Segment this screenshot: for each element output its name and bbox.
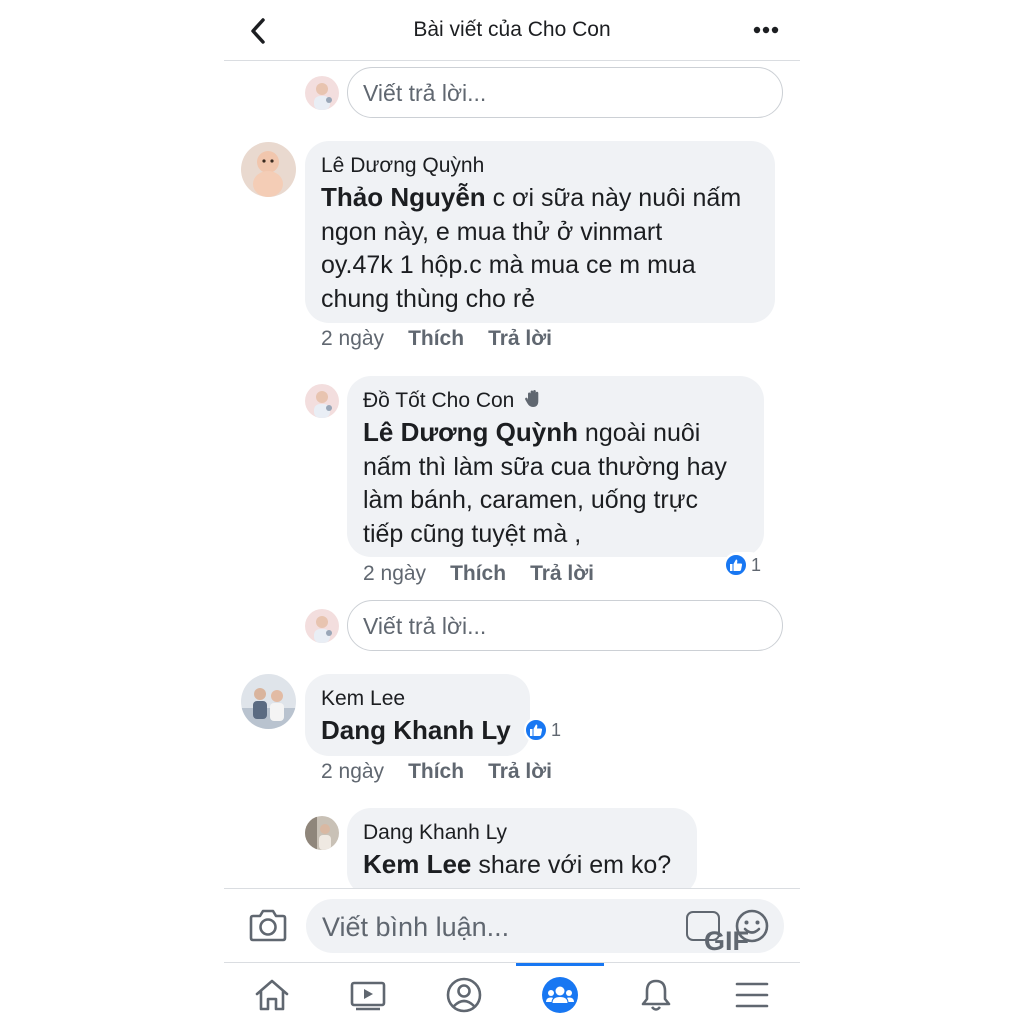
comment-text-part: làm bánh, caramen, uống trực: [363, 486, 698, 514]
comment-text: Thảo Nguyễn c ơi sữa này nuôi nấm ngon n…: [321, 181, 759, 316]
comment-text-part: chung thùng cho rẻ: [321, 284, 536, 313]
comment-timestamp: 2 ngày: [363, 562, 427, 585]
avatar: [305, 609, 339, 643]
comment-bubble: Lê Dương Quỳnh Thảo Nguyễn c ơi sữa này …: [305, 141, 775, 323]
avatar[interactable]: [305, 816, 339, 850]
comment-text-part: c ơi sữa này nuôi nấm: [485, 184, 742, 212]
tab-profile[interactable]: [444, 975, 484, 1015]
bell-icon: [641, 979, 671, 1011]
more-horizontal-icon: [753, 26, 779, 34]
emoji-button[interactable]: [734, 908, 770, 944]
tab-video[interactable]: [348, 975, 388, 1015]
mention-link[interactable]: Thảo Nguyễn: [321, 182, 486, 212]
comment-bubble: Kem Lee Dang Khanh Ly: [305, 674, 530, 756]
comment-text: Dang Khanh Ly: [321, 714, 514, 749]
smiley-icon: [735, 909, 769, 943]
active-tab-indicator: [516, 963, 604, 966]
like-button[interactable]: Thích: [408, 760, 464, 784]
profile-icon: [446, 977, 482, 1013]
gif-button[interactable]: GIF: [686, 911, 749, 956]
avatar[interactable]: [241, 674, 296, 729]
reply-input-placeholder: Viết trả lời...: [363, 613, 487, 639]
wave-hand-icon: [525, 390, 539, 407]
comment-text-part: ngon này, e mua thử ở vinmart: [321, 217, 663, 246]
comment-actions: 2 ngày Thích Trả lời: [321, 760, 552, 784]
comment-text: Kem Lee share với em ko?: [363, 848, 681, 883]
comment-timestamp: 2 ngày: [321, 327, 385, 350]
more-button[interactable]: [752, 18, 780, 42]
mention-link[interactable]: Kem Lee: [363, 849, 471, 879]
camera-button[interactable]: [248, 907, 288, 943]
page-title: Bài viết của Cho Con: [413, 18, 611, 41]
header: Bài viết của Cho Con: [224, 0, 800, 61]
reaction-count: 1: [751, 554, 762, 575]
tab-notifications[interactable]: [636, 975, 676, 1015]
mention-link[interactable]: Dang Khanh Ly: [321, 715, 511, 745]
like-button[interactable]: Thích: [408, 327, 464, 351]
reaction-summary[interactable]: 1: [724, 552, 764, 578]
tab-menu[interactable]: [732, 975, 772, 1015]
comment-actions: 2 ngày Thích Trả lời: [363, 562, 594, 586]
reply-button[interactable]: Trả lời: [530, 562, 594, 586]
comment-text-part: nấm thì làm sữa cua thường hay: [363, 452, 727, 481]
comment-input[interactable]: Viết bình luận... GIF: [306, 899, 784, 956]
comment-timestamp: 2 ngày: [321, 760, 385, 783]
groups-icon: [542, 977, 578, 1013]
reply-button[interactable]: Trả lời: [488, 327, 552, 351]
like-reaction-icon: [524, 718, 548, 742]
camera-icon: [249, 909, 287, 942]
mention-link[interactable]: Lê Dương Quỳnh: [363, 417, 578, 447]
comment-author[interactable]: Đồ Tốt Cho Con: [363, 388, 748, 414]
comment-text-part: ngoài nuôi: [577, 419, 701, 447]
comment-text-part: oy.47k 1 hộp.c mà mua ce m mua: [321, 251, 696, 279]
comment-author[interactable]: Lê Dương Quỳnh: [321, 153, 759, 179]
reaction-count: 1: [551, 719, 562, 740]
avatar[interactable]: [241, 142, 296, 197]
bottom-tab-bar: [224, 962, 800, 1024]
reply-input[interactable]: Viết trả lời...: [347, 600, 783, 651]
author-name: Đồ Tốt Cho Con: [363, 389, 515, 412]
home-icon: [255, 979, 289, 1011]
reply-bubble: Dang Khanh Ly Kem Lee share với em ko?: [347, 808, 697, 888]
comment-text-part: tiếp cũng tuyệt mà ,: [363, 519, 582, 548]
like-button[interactable]: Thích: [450, 562, 506, 586]
like-reaction-icon: [724, 553, 748, 577]
reaction-summary[interactable]: 1: [524, 717, 564, 743]
reply-bubble: Đồ Tốt Cho Con Lê Dương Quỳnh ngoài nuôi…: [347, 376, 764, 557]
avatar: [305, 76, 339, 110]
comment-text: Lê Dương Quỳnh ngoài nuôi nấm thì làm sữ…: [363, 416, 748, 551]
comment-author[interactable]: Dang Khanh Ly: [363, 820, 681, 846]
menu-icon: [735, 982, 769, 1008]
avatar[interactable]: [305, 384, 339, 418]
tab-home[interactable]: [252, 975, 292, 1015]
post-comments-screen: Bài viết của Cho Con Viết trả lời... Lê …: [224, 0, 800, 1024]
video-icon: [350, 981, 386, 1011]
reply-button[interactable]: Trả lời: [488, 760, 552, 784]
reply-input-placeholder: Viết trả lời...: [363, 80, 487, 106]
comment-author[interactable]: Kem Lee: [321, 686, 514, 712]
comment-thread: Viết trả lời... Lê Dương Quỳnh Thảo Nguy…: [224, 62, 800, 888]
reply-input[interactable]: Viết trả lời...: [347, 67, 783, 118]
comment-actions: 2 ngày Thích Trả lời: [321, 327, 552, 351]
tab-groups[interactable]: [540, 975, 580, 1015]
comment-input-placeholder: Viết bình luận...: [322, 912, 510, 942]
comment-text-part: share với em ko?: [471, 851, 672, 879]
comment-composer: Viết bình luận... GIF: [224, 888, 800, 962]
